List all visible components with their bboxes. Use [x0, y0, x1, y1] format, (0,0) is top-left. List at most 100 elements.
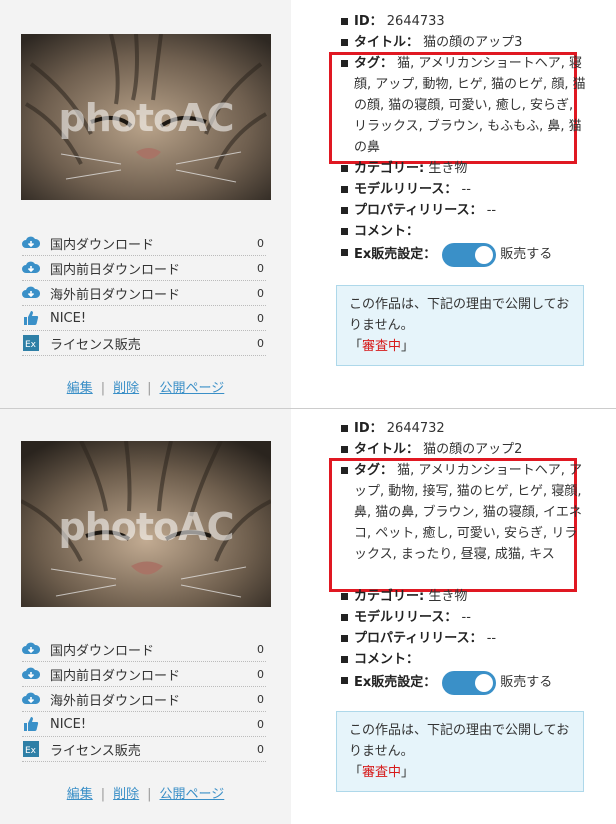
- property-release-value: --: [486, 631, 497, 646]
- model-release-row: モデルリリース： --: [340, 179, 590, 200]
- cloud-download-icon: [22, 234, 40, 252]
- stat-nice: NICE! 0: [22, 306, 266, 331]
- model-release-value: --: [461, 610, 471, 625]
- ex-sales-label: Ex販売設定：: [354, 247, 437, 262]
- stat-label: 海外前日ダウンロード: [50, 693, 181, 709]
- ex-sales-state: 販売する: [500, 675, 553, 690]
- stat-label: NICE!: [50, 716, 87, 732]
- property-release-row: プロパティリリース： --: [340, 628, 590, 649]
- stat-value: 0: [257, 667, 264, 681]
- category-value: 生き物: [428, 589, 468, 604]
- id-value: 2644733: [386, 14, 445, 29]
- model-release-row: モデルリリース： --: [340, 607, 590, 628]
- property-release-label: プロパティリリース：: [354, 631, 483, 646]
- stats-list: 国内ダウンロード 0 国内前日ダウンロード 0 海外前日ダウンロード 0 NIC…: [22, 637, 266, 762]
- stat-domestic-download: 国内ダウンロード 0: [22, 231, 266, 256]
- work-summary-panel: photoAC 国内ダウンロード 0 国内前日ダウンロード 0 海外前日ダウンロ…: [0, 0, 291, 408]
- thumbs-up-icon: [22, 309, 40, 327]
- stat-license-sales: Ex ライセンス販売 0: [22, 331, 266, 356]
- stat-value: 0: [257, 642, 264, 656]
- id-label: ID：: [354, 14, 383, 29]
- stat-label: 国内ダウンロード: [50, 237, 155, 253]
- work-summary-panel: photoAC 国内ダウンロード 0 国内前日ダウンロード 0 海外前日ダウンロ…: [0, 409, 291, 824]
- stats-list: 国内ダウンロード 0 国内前日ダウンロード 0 海外前日ダウンロード 0 NIC…: [22, 231, 266, 356]
- property-release-label: プロパティリリース：: [354, 203, 483, 218]
- svg-text:Ex: Ex: [25, 746, 37, 756]
- notice-reason: 審査中: [362, 765, 402, 780]
- work-item: photoAC 国内ダウンロード 0 国内前日ダウンロード 0 海外前日ダウンロ…: [0, 409, 616, 824]
- separator: |: [100, 381, 106, 396]
- cloud-download-icon: [22, 259, 40, 277]
- comment-label: コメント：: [354, 224, 420, 239]
- cloud-download-icon: [22, 284, 40, 302]
- property-release-row: プロパティリリース： --: [340, 200, 590, 221]
- stat-value: 0: [257, 286, 264, 300]
- notice-reason: 審査中: [362, 339, 402, 354]
- work-details: ID： 2644732 タイトル： 猫の顔のアップ2 タグ： 猫, アメリカンシ…: [340, 418, 590, 696]
- stat-value: 0: [257, 692, 264, 706]
- separator: |: [100, 787, 106, 802]
- stat-label: 国内前日ダウンロード: [50, 262, 181, 278]
- public-page-link[interactable]: 公開ページ: [160, 787, 225, 802]
- tags-row: タグ： 猫, アメリカンショートヘア, 寝顔, アップ, 動物, ヒゲ, 猫のヒ…: [340, 53, 590, 158]
- stat-value: 0: [257, 742, 264, 756]
- stat-domestic-download: 国内ダウンロード 0: [22, 637, 266, 662]
- stat-label: NICE!: [50, 310, 87, 326]
- svg-text:Ex: Ex: [25, 340, 37, 350]
- cloud-download-icon: [22, 640, 40, 658]
- category-label: カテゴリー:: [354, 589, 425, 604]
- stat-domestic-prev-download: 国内前日ダウンロード 0: [22, 256, 266, 281]
- stat-value: 0: [257, 717, 264, 731]
- ex-icon: Ex: [22, 334, 40, 352]
- notice-text: この作品は、下記の理由で公開しておりません。: [349, 297, 570, 333]
- action-links: 編集 | 削除 | 公開ページ: [0, 783, 291, 802]
- separator: |: [147, 381, 152, 396]
- notice-close-bracket: 」: [401, 765, 415, 780]
- comment-row: コメント：: [340, 649, 590, 670]
- model-release-label: モデルリリース：: [354, 182, 458, 197]
- id-row: ID： 2644732: [340, 418, 590, 439]
- cat-photo[interactable]: photoAC: [21, 441, 271, 607]
- stat-overseas-prev-download: 海外前日ダウンロード 0: [22, 687, 266, 712]
- category-row: カテゴリー: 生き物: [340, 158, 590, 179]
- model-release-label: モデルリリース：: [354, 610, 458, 625]
- notice-open-bracket: 「: [349, 765, 363, 780]
- delete-link[interactable]: 削除: [113, 381, 139, 396]
- cat-photo[interactable]: photoAC: [21, 34, 271, 200]
- stat-value: 0: [257, 236, 264, 250]
- model-release-value: --: [461, 182, 471, 197]
- id-row: ID： 2644733: [340, 11, 590, 32]
- id-value: 2644732: [386, 421, 445, 436]
- edit-link[interactable]: 編集: [67, 787, 93, 802]
- thumbs-up-icon: [22, 715, 40, 733]
- stat-value: 0: [257, 261, 264, 275]
- id-label: ID：: [354, 421, 383, 436]
- notice-text: この作品は、下記の理由で公開しておりません。: [349, 723, 570, 759]
- tags-row: タグ： 猫, アメリカンショートヘア, アップ, 動物, 接写, 猫のヒゲ, ヒ…: [340, 460, 590, 586]
- work-details: ID： 2644733 タイトル： 猫の顔のアップ3 タグ： 猫, アメリカンシ…: [340, 11, 590, 268]
- ex-sales-toggle[interactable]: [442, 242, 497, 267]
- toggle-knob: [475, 245, 494, 264]
- title-row: タイトル： 猫の顔のアップ3: [340, 32, 590, 53]
- cloud-download-icon: [22, 690, 40, 708]
- status-notice: この作品は、下記の理由で公開しておりません。 「審査中」: [336, 711, 584, 792]
- ex-sales-toggle[interactable]: [442, 670, 497, 695]
- stat-label: ライセンス販売: [50, 337, 141, 353]
- toggle-knob: [475, 673, 494, 692]
- notice-close-bracket: 」: [401, 339, 415, 354]
- stat-label: 海外前日ダウンロード: [50, 287, 181, 303]
- delete-link[interactable]: 削除: [113, 787, 139, 802]
- status-notice: この作品は、下記の理由で公開しておりません。 「審査中」: [336, 285, 584, 366]
- ex-sales-row: Ex販売設定： 販売する: [340, 242, 590, 268]
- stat-domestic-prev-download: 国内前日ダウンロード 0: [22, 662, 266, 687]
- stat-value: 0: [257, 311, 264, 325]
- watermark: photoAC: [58, 505, 235, 549]
- public-page-link[interactable]: 公開ページ: [160, 381, 225, 396]
- edit-link[interactable]: 編集: [67, 381, 93, 396]
- title-value: 猫の顔のアップ2: [423, 442, 523, 457]
- notice-open-bracket: 「: [349, 339, 363, 354]
- stat-value: 0: [257, 336, 264, 350]
- ex-icon: Ex: [22, 740, 40, 758]
- stat-label: 国内ダウンロード: [50, 643, 155, 659]
- ex-sales-state: 販売する: [500, 247, 553, 262]
